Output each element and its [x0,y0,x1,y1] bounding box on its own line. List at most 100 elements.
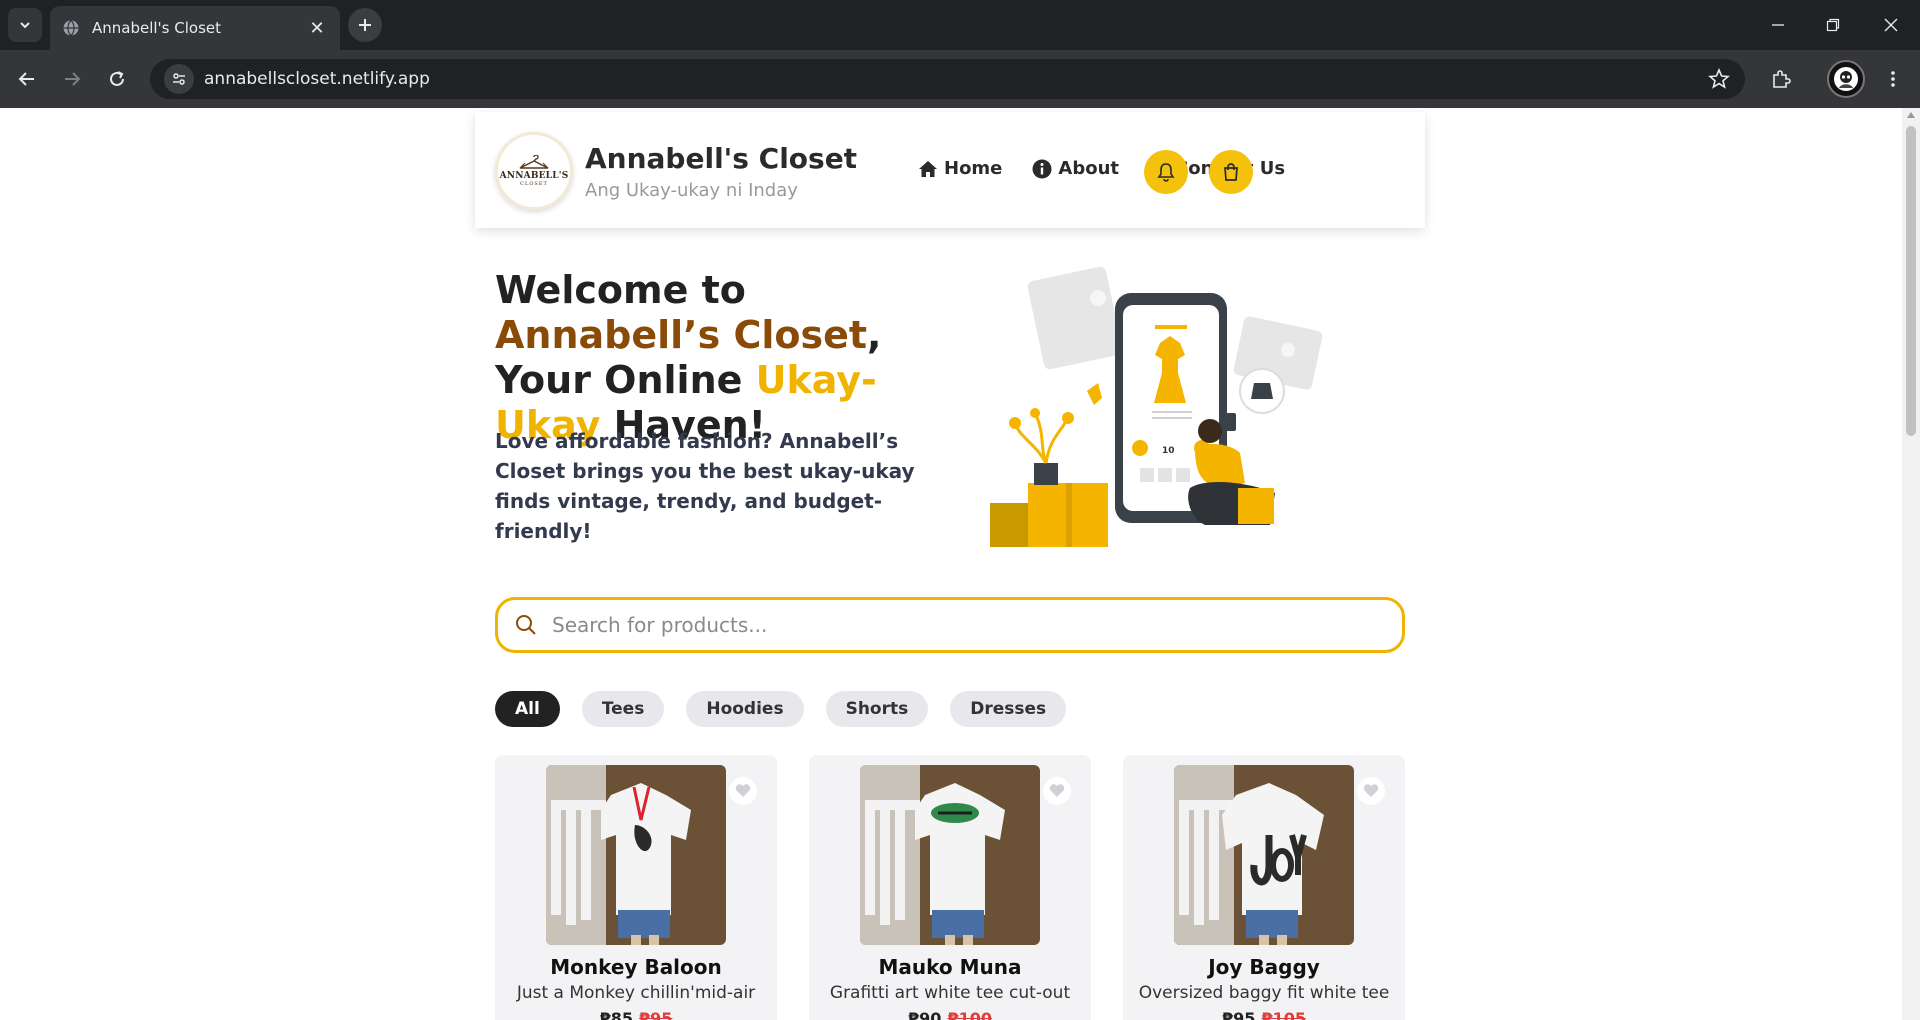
price-current: ₱90 [908,1009,942,1020]
page-scrollbar[interactable] [1902,108,1920,1020]
browser-toolbar: annabellscloset.netlify.app [0,50,1920,108]
favorite-button[interactable] [1357,777,1385,805]
price-original: ₱95 [639,1009,673,1020]
extensions-button[interactable] [1764,62,1798,96]
product-photo [860,765,1040,945]
restore-button[interactable] [1810,8,1856,42]
illustration-size-label: 10 [1162,446,1175,456]
search-input[interactable] [552,613,1386,637]
back-button[interactable] [10,62,44,96]
minimize-icon [1772,24,1784,26]
filter-dresses[interactable]: Dresses [950,691,1067,727]
price-original: ₱100 [947,1009,992,1020]
product-name: Mauko Muna [878,955,1022,979]
home-icon [919,160,937,177]
globe-icon [63,20,79,36]
product-image[interactable] [860,765,1040,945]
bell-icon [1157,163,1175,182]
product-grid: Monkey Baloon Just a Monkey chillin'mid-… [495,755,1405,1020]
arrow-left-icon [18,72,34,86]
hanger-icon [519,155,549,169]
price-current: ₱95 [1222,1009,1256,1020]
chevron-down-icon [20,22,30,29]
hero-title: Welcome to Annabell’s Closet, Your Onlin… [495,268,975,448]
close-icon [1884,18,1898,32]
favorite-button[interactable] [729,777,757,805]
heart-icon [735,784,751,797]
search-icon [516,615,536,635]
filter-all[interactable]: All [495,691,560,727]
puzzle-icon [1773,70,1791,88]
filter-tees[interactable]: Tees [581,691,665,727]
scroll-up-arrow-icon[interactable] [1907,112,1915,118]
site-info-button[interactable] [164,64,194,94]
browser-menu-button[interactable] [1876,62,1910,96]
info-icon [1032,159,1052,178]
bookmark-star-icon[interactable] [1707,67,1731,91]
product-description: Just a Monkey chillin'mid-air [516,983,756,1003]
tab-search-button[interactable] [8,8,42,42]
product-photo [1174,765,1354,945]
shopping-illustration: 10 [990,266,1323,547]
product-description: Oversized baggy fit white tee [1138,983,1390,1003]
restore-icon [1826,18,1840,32]
more-vertical-icon [1891,71,1895,87]
page-viewport: ANNABELL'S CLOSET Annabell's Closet Ang … [0,108,1902,1020]
forward-button[interactable] [55,62,89,96]
new-tab-button[interactable] [348,8,382,42]
tune-icon [173,73,185,85]
product-name: Joy Baggy [1208,955,1320,979]
product-price: ₱90 ₱100 [809,1009,1091,1020]
product-name: Monkey Baloon [550,955,722,979]
price-current: ₱85 [599,1009,633,1020]
nav-about[interactable]: About [1032,158,1119,179]
product-description: Grafitti art white tee cut-out [829,983,1071,1003]
reload-button[interactable] [100,62,134,96]
close-tab-icon[interactable]: ✕ [306,18,328,39]
site-header: ANNABELL'S CLOSET Annabell's Closet Ang … [475,112,1425,228]
favorite-button[interactable] [1043,777,1071,805]
product-image[interactable] [1174,765,1354,945]
arrow-right-icon [65,72,81,86]
url-text: annabellscloset.netlify.app [204,69,430,89]
notifications-button[interactable] [1144,150,1188,194]
product-image[interactable] [546,765,726,945]
heart-icon [1363,784,1379,797]
nav-home[interactable]: Home [918,158,1002,179]
filter-hoodies[interactable]: Hoodies [686,691,804,727]
browser-tab-strip: Annabell's Closet ✕ [0,0,1920,50]
hero-title-brand: Annabell’s Closet [495,313,868,357]
category-filters: All Tees Hoodies Shorts Dresses [495,691,1067,727]
hero-subtitle: Love affordable fashion? Annabell’s Clos… [495,429,915,543]
tab-title: Annabell's Closet [92,19,222,37]
product-price: ₱95 ₱105 [1123,1009,1405,1020]
browser-tab[interactable]: Annabell's Closet ✕ [50,6,340,50]
brand-tagline: Ang Ukay-ukay ni Inday [585,180,798,201]
minimize-button[interactable] [1755,8,1801,42]
price-original: ₱105 [1261,1009,1306,1020]
reload-icon [110,71,124,86]
logo-wordmark: ANNABELL'S [499,171,569,181]
close-window-button[interactable] [1868,8,1914,42]
profile-avatar[interactable] [1827,60,1865,98]
product-card[interactable]: Mauko Muna Grafitti art white tee cut-ou… [809,755,1091,1020]
cart-button[interactable] [1209,150,1253,194]
heart-icon [1049,784,1065,797]
shopping-bag-icon [1224,163,1238,181]
brand-name: Annabell's Closet [585,142,858,175]
nav-home-label: Home [944,158,1003,179]
logo-subtext: CLOSET [520,181,548,187]
product-photo [546,765,726,945]
product-search-box[interactable] [495,597,1405,653]
avatar-icon [1834,67,1858,91]
hero-title-part: Welcome to [495,268,746,312]
product-card[interactable]: Monkey Baloon Just a Monkey chillin'mid-… [495,755,777,1020]
product-price: ₱85 ₱95 [495,1009,777,1020]
plus-icon [359,19,371,31]
filter-shorts[interactable]: Shorts [825,691,929,727]
nav-about-label: About [1058,158,1120,179]
site-logo[interactable]: ANNABELL'S CLOSET [495,132,573,210]
scrollbar-thumb[interactable] [1906,126,1916,436]
address-bar[interactable]: annabellscloset.netlify.app [150,59,1745,99]
product-card[interactable]: Joy Baggy Oversized baggy fit white tee … [1123,755,1405,1020]
